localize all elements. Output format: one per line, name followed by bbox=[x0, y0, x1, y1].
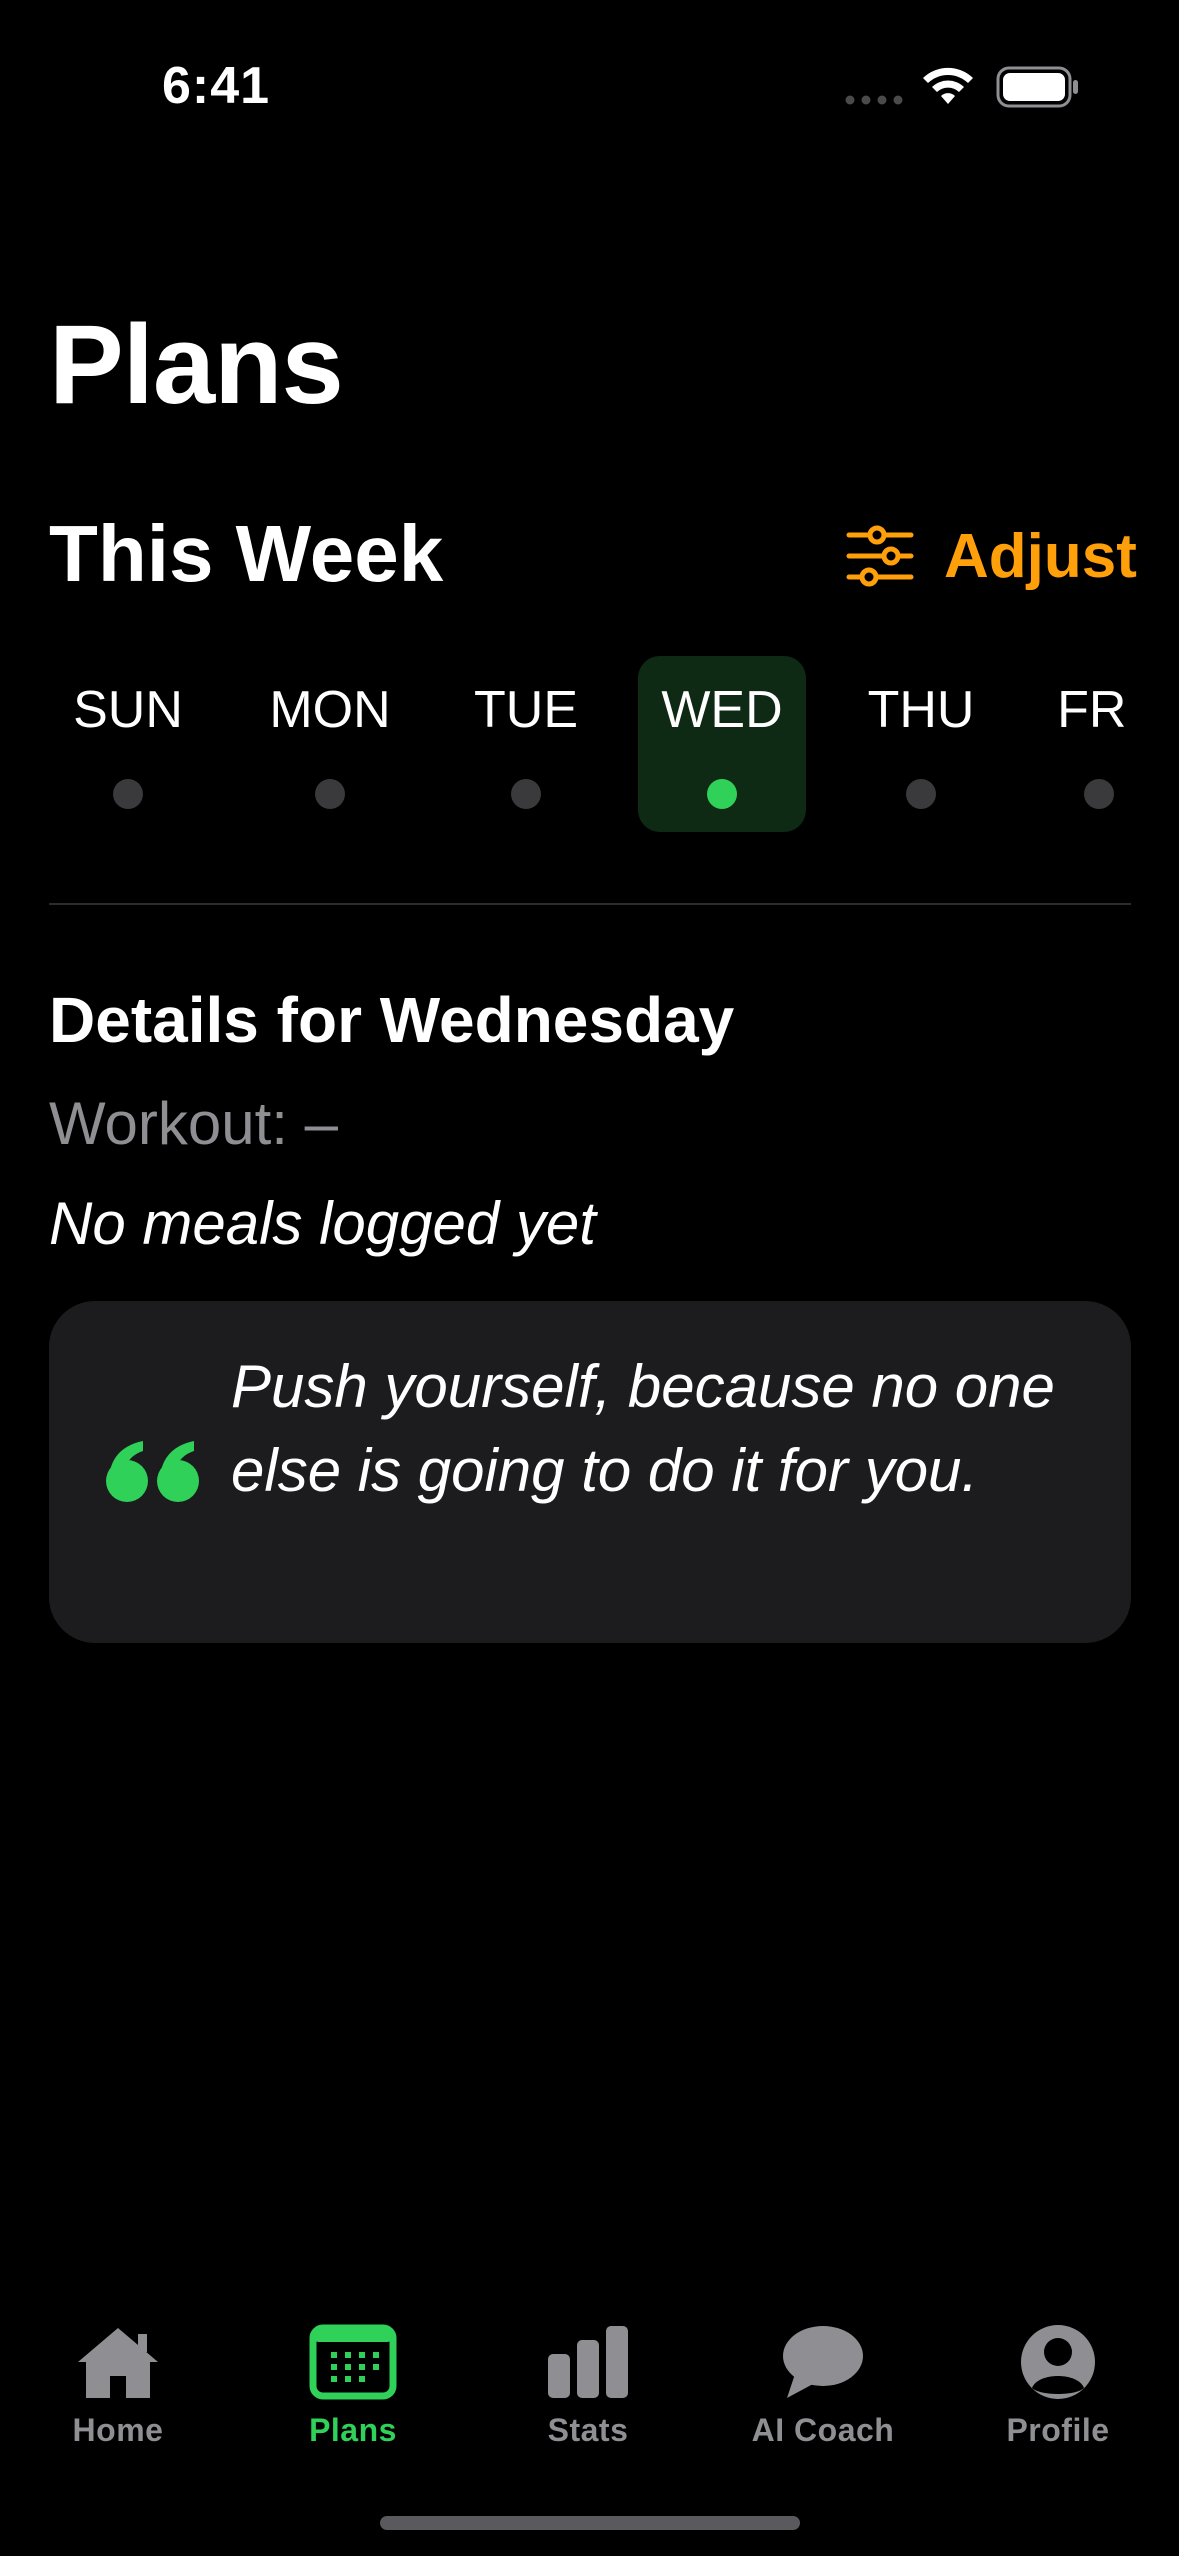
home-indicator bbox=[380, 2516, 800, 2530]
cellular-signal-icon bbox=[845, 95, 903, 105]
day-status-dot bbox=[707, 779, 737, 809]
tab-plans[interactable]: Plans bbox=[235, 2322, 471, 2472]
house-icon bbox=[78, 2328, 158, 2398]
day-mon[interactable]: MON bbox=[252, 656, 408, 832]
section-title-this-week: This Week bbox=[49, 509, 444, 598]
tab-label: Plans bbox=[309, 2412, 397, 2448]
day-thu[interactable]: THU bbox=[843, 656, 999, 832]
workout-summary: Workout: – bbox=[49, 1090, 339, 1157]
wifi-icon bbox=[923, 67, 973, 104]
day-status-dot bbox=[1084, 779, 1114, 809]
quote-card: Push yourself, because no one else is go… bbox=[49, 1301, 1131, 1643]
quote-icon bbox=[106, 1441, 199, 1502]
day-label: WED bbox=[661, 681, 783, 739]
day-label: TUE bbox=[474, 681, 578, 739]
day-fri[interactable]: FRI bbox=[1021, 656, 1131, 832]
day-status-dot bbox=[113, 779, 143, 809]
tab-label: Profile bbox=[1006, 2412, 1110, 2448]
divider bbox=[49, 903, 1131, 905]
tab-label: Stats bbox=[547, 2412, 629, 2448]
day-status-dot bbox=[906, 779, 936, 809]
chat-bubble-icon bbox=[783, 2326, 863, 2398]
adjust-button[interactable]: Adjust bbox=[846, 516, 1137, 596]
status-bar: 6:41 bbox=[0, 0, 1179, 170]
day-label: FRI bbox=[1057, 681, 1131, 739]
tab-label: Home bbox=[72, 2412, 164, 2448]
day-label: SUN bbox=[73, 681, 183, 739]
day-status-dot bbox=[511, 779, 541, 809]
calendar-icon bbox=[309, 2324, 397, 2400]
quote-text: Push yourself, because no one else is go… bbox=[231, 1353, 1055, 1504]
tab-ai-coach[interactable]: AI Coach bbox=[705, 2322, 941, 2472]
details-title: Details for Wednesday bbox=[49, 984, 735, 1056]
day-sun[interactable]: SUN bbox=[50, 656, 206, 832]
tab-stats[interactable]: Stats bbox=[470, 2322, 706, 2472]
status-time: 6:41 bbox=[162, 57, 271, 115]
day-label: MON bbox=[269, 681, 391, 739]
sliders-icon bbox=[846, 525, 914, 587]
adjust-label: Adjust bbox=[944, 521, 1137, 591]
tab-label: AI Coach bbox=[751, 2412, 895, 2448]
day-label: THU bbox=[867, 681, 975, 739]
tab-bar: Home Plans Stats AI Coach Profile bbox=[0, 2300, 1179, 2556]
chart-bar-icon bbox=[548, 2326, 628, 2398]
person-circle-icon bbox=[1021, 2325, 1095, 2399]
day-tue[interactable]: TUE bbox=[448, 656, 604, 832]
day-wed[interactable]: WED bbox=[638, 656, 806, 832]
meals-summary: No meals logged yet bbox=[49, 1190, 596, 1257]
tab-home[interactable]: Home bbox=[0, 2322, 236, 2472]
week-day-strip: SUN MON TUE WED THU FRI bbox=[0, 656, 1131, 832]
day-status-dot bbox=[315, 779, 345, 809]
page-title: Plans bbox=[49, 302, 344, 427]
battery-icon bbox=[996, 66, 1078, 108]
tab-profile[interactable]: Profile bbox=[940, 2322, 1176, 2472]
